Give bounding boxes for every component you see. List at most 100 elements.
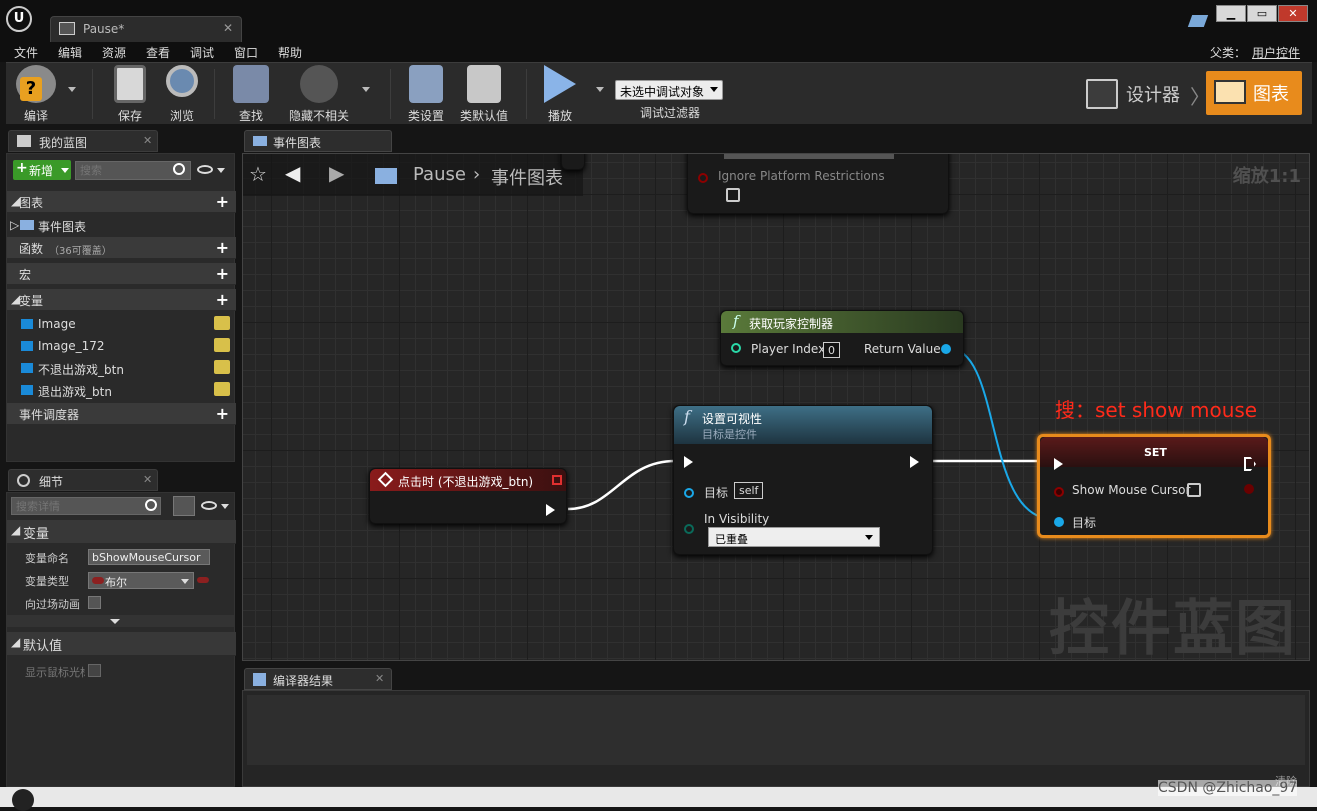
variable-type-select[interactable]: 布尔 [88, 572, 194, 589]
save-button[interactable]: 保存 [104, 65, 156, 123]
document-tab[interactable]: Pause* ✕ [50, 16, 242, 42]
event-graph-tab[interactable]: 事件图表 [244, 130, 392, 152]
play-options-chevron-icon[interactable] [596, 87, 604, 92]
back-arrow-icon[interactable]: ◀ [285, 161, 300, 185]
visibility-select[interactable]: 已重叠 [708, 527, 880, 547]
search-icon[interactable] [145, 499, 157, 511]
close-tab-icon[interactable]: ✕ [143, 134, 152, 147]
browse-button[interactable]: 浏览 [156, 65, 208, 123]
crumb-root[interactable]: Pause [413, 164, 466, 185]
unreal-taskbar-icon[interactable] [12, 789, 34, 811]
graph-mode-button[interactable]: 图表 [1206, 71, 1302, 115]
target-pin[interactable] [1054, 517, 1064, 527]
section-variables[interactable]: ◢ 变量 + [7, 289, 236, 311]
my-blueprint-tab[interactable]: 我的蓝图 ✕ [8, 130, 158, 152]
variable-item[interactable]: 不退出游戏_btn [7, 357, 236, 379]
bool-pin[interactable] [698, 173, 708, 183]
variable-item[interactable]: Image_172 [7, 335, 236, 357]
menu-window[interactable]: 窗口 [234, 44, 258, 61]
partial-node[interactable]: Ignore Platform Restrictions [687, 154, 949, 214]
menu-asset[interactable]: 资源 [102, 44, 126, 61]
return-value-pin[interactable] [941, 344, 951, 354]
add-graph-button[interactable]: + [216, 192, 229, 211]
crumb-leaf[interactable]: 事件图表 [491, 164, 563, 190]
visibility-eye-icon[interactable] [214, 382, 230, 396]
hide-unrelated-button[interactable]: 隐藏不相关 [282, 65, 356, 123]
close-tab-icon[interactable]: ✕ [223, 21, 233, 35]
section-graphs[interactable]: ◢ 图表 + [7, 191, 236, 213]
close-tab-icon[interactable]: ✕ [143, 473, 152, 486]
sidebar-item-event-graph[interactable]: ▷ 事件图表 [7, 214, 236, 236]
in-visibility-pin[interactable] [684, 524, 694, 534]
visibility-eye-icon[interactable] [214, 360, 230, 374]
exec-in-pin[interactable] [684, 456, 693, 468]
view-options-eye-icon[interactable] [201, 501, 217, 510]
variable-item[interactable]: Image [7, 313, 236, 335]
class-defaults-button[interactable]: 类默认值 [456, 65, 512, 123]
details-search-input[interactable] [11, 497, 161, 515]
section-functions[interactable]: 函数 （36可覆盖） + [7, 237, 236, 259]
parent-class-link[interactable]: 用户控件 [1252, 44, 1300, 61]
view-options-eye-icon[interactable] [197, 165, 213, 174]
delegate-pin-icon[interactable] [552, 475, 562, 485]
player-index-pin[interactable] [731, 343, 741, 353]
menu-debug[interactable]: 调试 [190, 44, 214, 61]
visibility-eye-icon[interactable] [214, 316, 230, 330]
graph-canvas[interactable]: ☆ ◀ ▶ Pause › 事件图表 缩放1:1 Ignore Platform… [242, 153, 1310, 661]
maximize-button[interactable]: ▭ [1247, 5, 1277, 22]
menu-edit[interactable]: 编辑 [58, 44, 82, 61]
close-button[interactable]: ✕ [1278, 5, 1308, 22]
close-tab-icon[interactable]: ✕ [375, 672, 384, 685]
new-button[interactable]: + 新增 [13, 160, 71, 180]
show-cursor-out-pin[interactable] [1244, 484, 1254, 494]
favorite-star-icon[interactable]: ☆ [249, 162, 267, 186]
compiler-results-tab[interactable]: 编译器结果 ✕ [244, 668, 392, 690]
section-macros[interactable]: 宏 + [7, 263, 236, 285]
menu-view[interactable]: 查看 [146, 44, 170, 61]
section-default-value[interactable]: ◢ 默认值 [7, 632, 236, 656]
target-pin[interactable] [684, 488, 694, 498]
forward-arrow-icon[interactable]: ▶ [329, 161, 344, 185]
ignore-restrictions-checkbox[interactable] [726, 188, 740, 202]
set-show-cursor-node[interactable]: SET Show Mouse Cursor 目标 [1037, 434, 1271, 538]
show-cursor-checkbox[interactable] [1187, 483, 1201, 497]
exec-out-pin[interactable] [546, 504, 555, 516]
variable-name-field[interactable]: bShowMouseCursor [88, 549, 210, 565]
details-tab[interactable]: 细节 ✕ [8, 469, 158, 491]
table-view-icon[interactable] [173, 496, 195, 516]
zoom-level: 缩放1:1 [1232, 166, 1301, 187]
add-variable-button[interactable]: + [216, 290, 229, 309]
minimize-button[interactable]: ▁ [1216, 5, 1246, 22]
hide-options-chevron-icon[interactable] [362, 87, 370, 92]
exec-out-pin[interactable] [910, 456, 919, 468]
chevron-down-icon[interactable] [217, 168, 225, 173]
visibility-eye-icon[interactable] [214, 338, 230, 352]
player-index-field[interactable]: 0 [823, 342, 840, 358]
compile-button[interactable]: ? 编译 [10, 65, 62, 123]
get-player-controller-node[interactable]: f 获取玩家控制器 Player Index 0 Return Value [720, 310, 964, 366]
add-dispatcher-button[interactable]: + [216, 404, 229, 423]
advanced-expander[interactable] [7, 615, 234, 627]
on-clicked-event-node[interactable]: 点击时 (不退出游戏_btn) [369, 468, 567, 524]
variable-item[interactable]: 退出游戏_btn [7, 379, 236, 401]
add-macro-button[interactable]: + [216, 264, 229, 283]
section-event-dispatchers[interactable]: 事件调度器 + [7, 403, 236, 425]
menu-help[interactable]: 帮助 [278, 44, 302, 61]
transition-checkbox[interactable] [88, 596, 101, 609]
container-type-icon[interactable] [197, 577, 209, 583]
play-button[interactable]: 播放 [534, 65, 586, 123]
compile-options-chevron-icon[interactable] [68, 87, 76, 92]
search-icon[interactable] [173, 163, 185, 175]
show-cursor-in-pin[interactable] [1054, 487, 1064, 497]
default-value-checkbox[interactable] [88, 664, 101, 677]
menu-file[interactable]: 文件 [14, 44, 38, 61]
find-button[interactable]: 查找 [224, 65, 278, 123]
chevron-down-icon[interactable] [221, 504, 229, 509]
debug-object-select[interactable]: 未选中调试对象 [615, 80, 723, 100]
designer-mode-button[interactable]: 设计器 [1082, 75, 1202, 115]
set-visibility-node[interactable]: f 设置可视性 目标是控件 目标 self In Visibility 已重叠 [673, 405, 933, 555]
section-variable[interactable]: ◢ 变量 [7, 520, 236, 544]
class-settings-button[interactable]: 类设置 [400, 65, 452, 123]
exec-in-pin[interactable] [1054, 458, 1063, 470]
add-function-button[interactable]: + [216, 238, 229, 257]
